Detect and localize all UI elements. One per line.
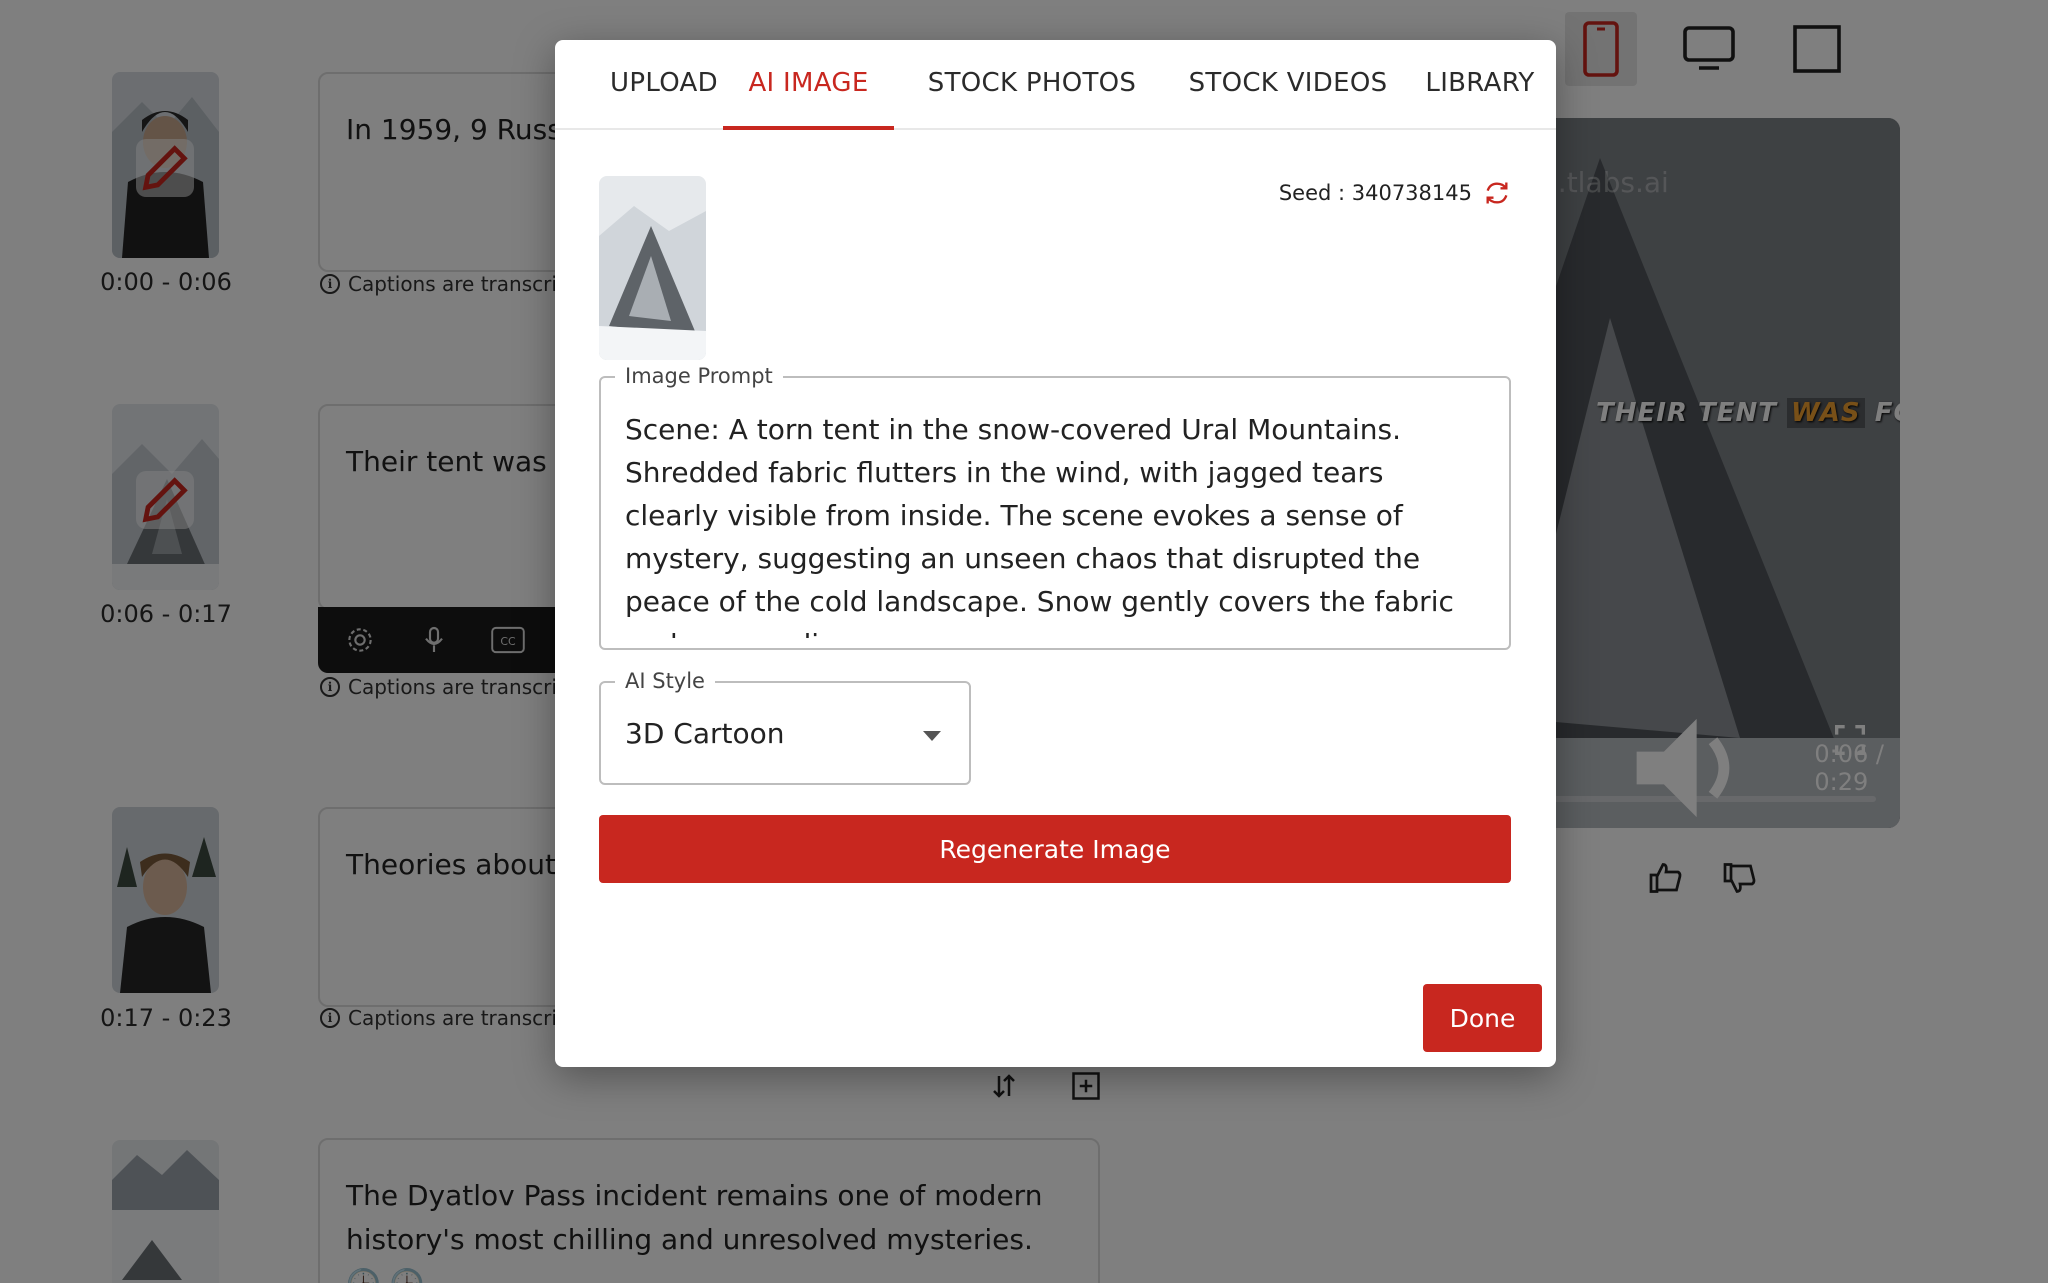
seed-display: Seed : 340738145 <box>1279 178 1512 208</box>
done-button[interactable]: Done <box>1423 984 1542 1052</box>
ai-style-select[interactable]: AI Style 3D Cartoon <box>599 669 971 785</box>
dropdown-arrow-icon <box>923 731 941 741</box>
tab-library[interactable]: LIBRARY <box>1415 40 1545 130</box>
image-prompt-label: Image Prompt <box>615 364 783 388</box>
seed-label: Seed : 340738145 <box>1278 181 1472 205</box>
tent-image <box>599 176 706 360</box>
tab-stock-videos[interactable]: STOCK VIDEOS <box>1160 40 1416 130</box>
ai-style-value: 3D Cartoon <box>625 717 785 750</box>
tab-stock-photos[interactable]: STOCK PHOTOS <box>910 40 1154 130</box>
tab-upload[interactable]: UPLOAD <box>585 40 743 130</box>
refresh-seed-icon[interactable] <box>1482 178 1512 208</box>
generated-image-thumbnail[interactable] <box>599 176 706 360</box>
regenerate-image-button[interactable]: Regenerate Image <box>599 815 1511 883</box>
image-prompt-input[interactable]: Scene: A torn tent in the snow-covered U… <box>625 408 1485 638</box>
modal-tabs: UPLOAD AI IMAGE STOCK PHOTOS STOCK VIDEO… <box>555 40 1556 130</box>
image-prompt-field: Image Prompt Scene: A torn tent in the s… <box>599 364 1511 650</box>
media-modal: UPLOAD AI IMAGE STOCK PHOTOS STOCK VIDEO… <box>555 40 1556 1067</box>
ai-style-label: AI Style <box>615 669 715 693</box>
tab-ai-image[interactable]: AI IMAGE <box>723 40 894 130</box>
